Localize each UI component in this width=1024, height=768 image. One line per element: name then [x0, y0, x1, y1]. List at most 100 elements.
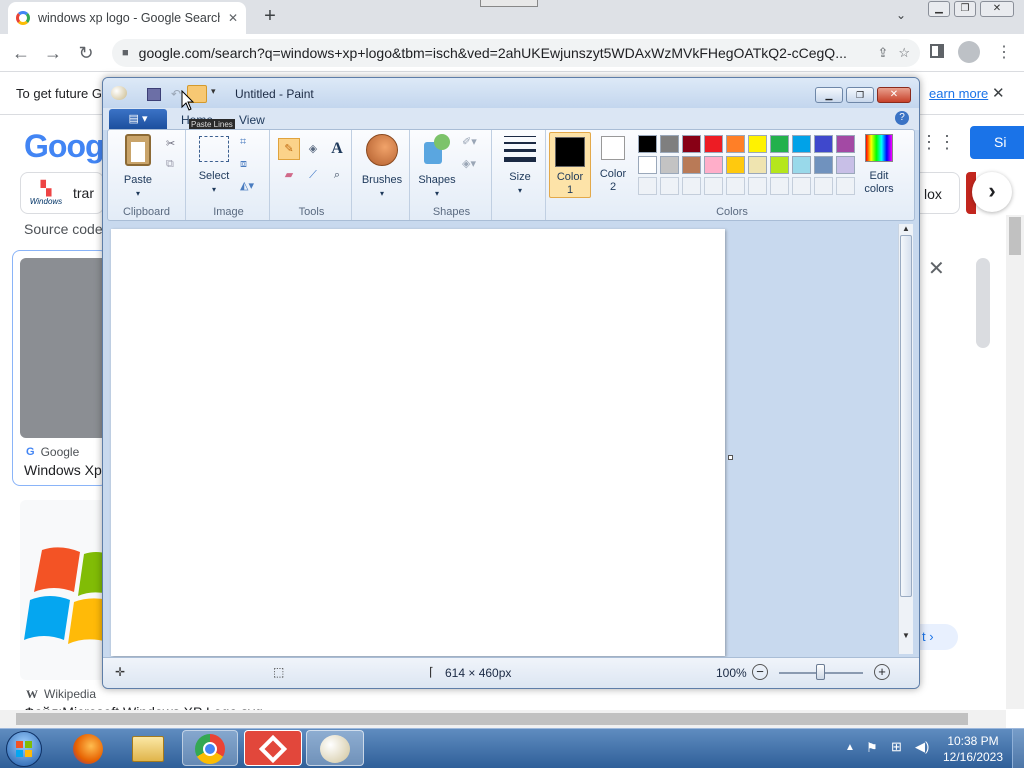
reload-button[interactable]: ↻	[75, 42, 97, 64]
rotate-icon[interactable]: ◭▾	[240, 180, 254, 193]
chips-next-button[interactable]: ›	[972, 172, 1012, 212]
fill-icon[interactable]: ◈▾	[462, 158, 476, 171]
preview-panel-scrollbar[interactable]	[976, 258, 990, 348]
page-vertical-scrollbar[interactable]	[1006, 215, 1024, 709]
palette-custom-empty-swatch[interactable]	[836, 177, 855, 195]
side-panel-icon[interactable]	[930, 44, 944, 58]
palette-color-swatch[interactable]	[682, 135, 701, 153]
taskbar-explorer-icon[interactable]	[122, 730, 174, 766]
palette-color-swatch[interactable]	[638, 135, 657, 153]
color2-button[interactable]: Color 2	[594, 134, 632, 194]
restore-button[interactable]: ❐	[954, 1, 976, 17]
share-icon[interactable]: ⇪	[877, 45, 888, 61]
palette-custom-empty-swatch[interactable]	[770, 177, 789, 195]
text-tool-icon[interactable]: A	[326, 138, 348, 160]
apps-grid-icon[interactable]: ⋮⋮	[920, 132, 956, 153]
windows-logo-image[interactable]	[20, 500, 108, 680]
page-scroll-thumb[interactable]	[1009, 217, 1021, 255]
filter-chip[interactable]: ▚ Windows trar	[20, 172, 104, 214]
pencil-tool-icon[interactable]: ✎	[278, 138, 300, 160]
palette-color-swatch[interactable]	[638, 156, 657, 174]
palette-color-swatch[interactable]	[836, 135, 855, 153]
edit-colors-button[interactable]: Edit colors	[854, 134, 904, 196]
more-button[interactable]: t ›	[920, 624, 958, 650]
sign-in-button[interactable]: Si	[970, 126, 1024, 159]
paste-button[interactable]: Paste ▾	[114, 134, 162, 200]
quick-save-icon[interactable]	[147, 88, 161, 101]
profile-avatar-icon[interactable]	[958, 41, 980, 63]
color1-button[interactable]: Color 1	[549, 132, 591, 198]
palette-color-swatch[interactable]	[836, 156, 855, 174]
taskbar-chrome-icon[interactable]	[182, 730, 238, 766]
ribbon-tab-view[interactable]: View	[239, 113, 265, 127]
crop-icon[interactable]: ⌗	[240, 136, 246, 149]
palette-custom-empty-swatch[interactable]	[748, 177, 767, 195]
taskbar-paint-icon[interactable]	[306, 730, 364, 766]
palette-color-swatch[interactable]	[792, 156, 811, 174]
zoom-in-button[interactable]: +	[874, 664, 890, 680]
canvas-vertical-scrollbar[interactable]: ▲ ▼	[898, 224, 913, 654]
palette-custom-empty-swatch[interactable]	[792, 177, 811, 195]
cut-icon[interactable]: ✂	[166, 138, 175, 151]
filter-chip-right[interactable]: lox	[920, 172, 960, 214]
shapes-button[interactable]: Shapes ▾	[414, 134, 460, 200]
tab-search-chevron-icon[interactable]: ⌄	[896, 8, 906, 22]
paint-minimize-button[interactable]: ▁	[815, 87, 843, 103]
menu-kebab-icon[interactable]: ⋮	[996, 42, 1012, 62]
address-bar[interactable]: ■ google.com/search?q=windows+xp+logo&tb…	[112, 39, 920, 67]
show-desktop-button[interactable]	[1012, 729, 1024, 768]
zoom-out-button[interactable]: −	[752, 664, 768, 680]
zoom-slider-thumb[interactable]	[816, 664, 825, 680]
palette-custom-empty-swatch[interactable]	[704, 177, 723, 195]
new-tab-button[interactable]: +	[258, 4, 282, 28]
palette-custom-empty-swatch[interactable]	[814, 177, 833, 195]
image-thumbnail[interactable]	[20, 258, 108, 438]
magnifier-icon[interactable]: ⌕	[326, 164, 348, 186]
palette-custom-empty-swatch[interactable]	[660, 177, 679, 195]
palette-color-swatch[interactable]	[770, 156, 789, 174]
paint-title-bar[interactable]: ↶ ▾ Untitled - Paint ▁ ❐ ✕	[103, 78, 919, 108]
brushes-button[interactable]: Brushes ▾	[356, 134, 408, 200]
palette-color-swatch[interactable]	[726, 156, 745, 174]
paint-file-menu-button[interactable]: ▤ ▾	[109, 109, 167, 129]
color-picker-icon[interactable]: ⟋	[302, 164, 324, 186]
palette-color-swatch[interactable]	[704, 135, 723, 153]
palette-color-swatch[interactable]	[814, 156, 833, 174]
info-bar-close-icon[interactable]: ✕	[992, 84, 1005, 102]
tray-action-center-icon[interactable]: ⚑	[866, 740, 878, 756]
copy-icon[interactable]: ⧉	[166, 158, 174, 171]
back-button[interactable]: ←	[10, 42, 32, 64]
scroll-up-arrow-icon[interactable]: ▲	[899, 224, 913, 233]
google-logo[interactable]: Google	[24, 128, 104, 165]
tab-close-icon[interactable]: ✕	[228, 11, 238, 25]
scroll-down-arrow-icon[interactable]: ▼	[899, 631, 913, 640]
palette-custom-empty-swatch[interactable]	[638, 177, 657, 195]
eraser-tool-icon[interactable]: ▰	[278, 164, 300, 186]
start-button[interactable]	[6, 731, 42, 767]
palette-color-swatch[interactable]	[682, 156, 701, 174]
outline-icon[interactable]: ✐▾	[462, 136, 477, 149]
taskbar-firefox-icon[interactable]	[62, 730, 114, 766]
palette-color-swatch[interactable]	[660, 135, 679, 153]
palette-color-swatch[interactable]	[770, 135, 789, 153]
paint-close-button[interactable]: ✕	[877, 87, 911, 103]
palette-color-swatch[interactable]	[704, 156, 723, 174]
palette-color-swatch[interactable]	[814, 135, 833, 153]
paint-maximize-button[interactable]: ❐	[846, 87, 874, 103]
minimize-button[interactable]: ▁	[928, 1, 950, 17]
preview-panel-close-icon[interactable]: ✕	[928, 256, 945, 281]
card-title[interactable]: Windows Xp	[24, 462, 104, 478]
tray-show-hidden-icon[interactable]: ▲	[845, 742, 855, 753]
quick-access-dropdown-icon[interactable]: ▾	[211, 86, 216, 97]
palette-color-swatch[interactable]	[660, 156, 679, 174]
browser-tab[interactable]: windows xp logo - Google Search ✕	[8, 2, 246, 34]
bookmark-star-icon[interactable]: ☆	[898, 45, 910, 61]
quick-undo-icon[interactable]: ↶	[171, 87, 181, 101]
palette-color-swatch[interactable]	[726, 135, 745, 153]
page-hscroll-thumb[interactable]	[16, 713, 968, 725]
tray-network-icon[interactable]: ⊞	[891, 739, 902, 755]
canvas-resize-handle[interactable]	[728, 455, 733, 460]
palette-color-swatch[interactable]	[748, 156, 767, 174]
tray-volume-icon[interactable]: ◀)	[915, 739, 929, 755]
resize-icon[interactable]: ⧈	[240, 158, 247, 171]
